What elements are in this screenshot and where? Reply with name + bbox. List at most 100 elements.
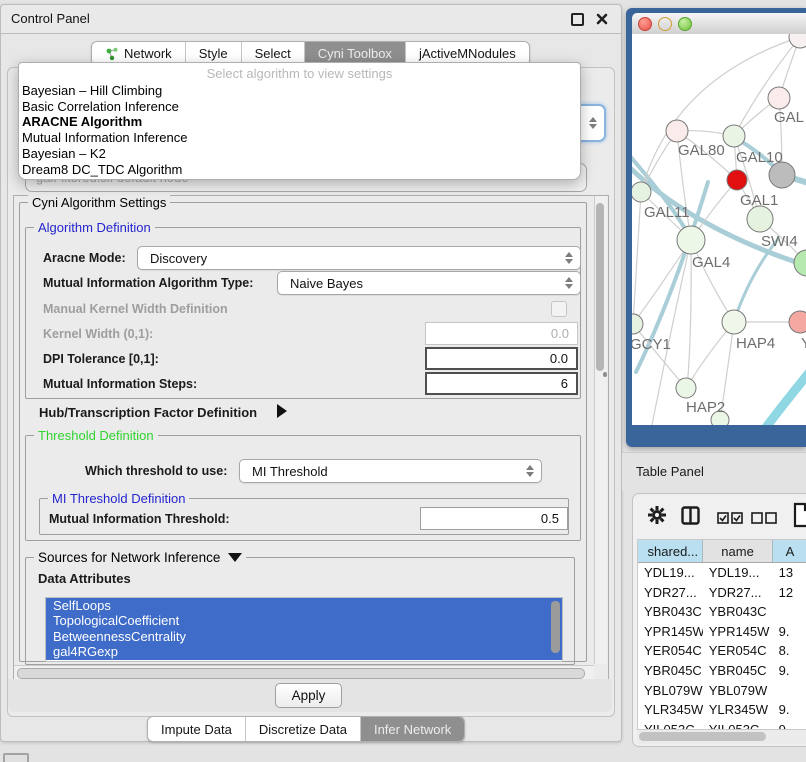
- table-cell: 12: [773, 583, 806, 603]
- network-canvas[interactable]: GALGAL80GAL10GAL11GAL1SWI4GAL4GCY1HAP4YH…: [632, 34, 806, 425]
- checked-boxes-icon: [717, 512, 743, 524]
- close-icon: [596, 13, 608, 25]
- table-row[interactable]: YDL19...YDL19...13: [638, 563, 806, 583]
- table-row[interactable]: YBR045CYBR045C9.: [638, 661, 806, 681]
- network-node[interactable]: [677, 226, 705, 254]
- column-header[interactable]: shared...: [638, 540, 703, 562]
- table-horizontal-scrollbar[interactable]: [637, 729, 806, 744]
- zoom-window-icon[interactable]: [678, 17, 692, 31]
- network-node[interactable]: [768, 87, 790, 109]
- close-window-icon[interactable]: [638, 17, 652, 31]
- table-row[interactable]: YDR27...YDR27...12: [638, 583, 806, 603]
- network-node[interactable]: [632, 314, 643, 334]
- network-graph: GALGAL80GAL10GAL11GAL1SWI4GAL4GCY1HAP4YH…: [632, 34, 806, 425]
- manual-kernel-label: Manual Kernel Width Definition: [43, 302, 228, 316]
- table-row[interactable]: YLR345WYLR345W9.: [638, 700, 806, 720]
- dropdown-item[interactable]: Bayesian – K2: [22, 146, 577, 162]
- split-panel-button[interactable]: [681, 506, 700, 530]
- hub-expand-arrow-icon[interactable]: [277, 404, 287, 423]
- stepper-arrows-icon: [565, 252, 573, 264]
- select-all-button[interactable]: [717, 511, 743, 529]
- mi-threshold-field[interactable]: 0.5: [420, 507, 568, 530]
- aracne-mode-label: Aracne Mode:: [43, 251, 126, 265]
- float-panel-icon[interactable]: [570, 12, 584, 26]
- network-node[interactable]: [747, 206, 773, 232]
- network-node[interactable]: [789, 311, 806, 333]
- list-item[interactable]: gal4RGexp: [46, 644, 562, 659]
- mi-type-value: Naive Bayes: [290, 276, 363, 291]
- network-edge[interactable]: [633, 192, 641, 324]
- table-settings-button[interactable]: [647, 505, 667, 530]
- tab-infer-network[interactable]: Infer Network: [361, 717, 464, 741]
- apply-button[interactable]: Apply: [275, 683, 342, 708]
- dropdown-item[interactable]: Mutual Information Inference: [22, 130, 577, 146]
- network-node[interactable]: [723, 125, 745, 147]
- dropdown-item[interactable]: Basic Correlation Inference: [22, 99, 577, 115]
- table-row[interactable]: YPR145WYPR145W9.: [638, 622, 806, 642]
- list-item[interactable]: TopologicalCoefficient: [46, 613, 562, 628]
- tab-discretize-data[interactable]: Discretize Data: [246, 717, 361, 741]
- table-cell: YDL19...: [638, 563, 703, 583]
- unchecked-boxes-icon: [751, 512, 777, 524]
- list-scrollbar-thumb[interactable]: [551, 601, 560, 653]
- network-node[interactable]: [794, 250, 806, 276]
- vertical-scrollbar-thumb[interactable]: [596, 203, 604, 371]
- network-edge[interactable]: [633, 324, 686, 388]
- tab-impute-data[interactable]: Impute Data: [148, 717, 246, 741]
- table-cell: [773, 602, 806, 622]
- node-label: GCY1: [632, 336, 671, 353]
- dropdown-item[interactable]: Dream8 DC_TDC Algorithm: [22, 162, 577, 178]
- dpi-tolerance-field[interactable]: 0.0: [425, 347, 578, 370]
- table-row[interactable]: YBR043CYBR043C: [638, 602, 806, 622]
- manual-kernel-checkbox[interactable]: [551, 301, 567, 317]
- table-cell: 13: [773, 563, 806, 583]
- column-header[interactable]: A: [773, 540, 806, 562]
- list-item[interactable]: SelfLoops: [46, 598, 562, 613]
- sources-title: Sources for Network Inference: [34, 550, 246, 565]
- node-label: SWI4: [761, 233, 798, 250]
- panel-title: Control Panel: [11, 11, 90, 26]
- table-cell: YER054C: [638, 641, 703, 661]
- dropdown-item[interactable]: ARACNE Algorithm: [22, 114, 577, 130]
- network-node[interactable]: [666, 120, 688, 142]
- network-node[interactable]: [722, 310, 746, 334]
- network-edge[interactable]: [764, 369, 806, 425]
- network-icon: [105, 47, 119, 61]
- node-label: GAL11: [644, 204, 690, 221]
- mi-type-label: Mutual Information Algorithm Type:: [43, 276, 253, 290]
- column-header[interactable]: name: [703, 540, 773, 562]
- network-node[interactable]: [676, 378, 696, 398]
- network-edge[interactable]: [687, 240, 691, 388]
- horizontal-scrollbar-thumb[interactable]: [17, 668, 585, 679]
- float-icon: [571, 13, 584, 26]
- table-cell: 9.: [773, 661, 806, 681]
- tab-label: Select: [255, 46, 291, 61]
- horizontal-scrollbar[interactable]: [14, 665, 594, 679]
- new-table-button[interactable]: [793, 502, 806, 533]
- network-node[interactable]: [632, 182, 651, 202]
- minimize-window-icon[interactable]: [658, 17, 672, 31]
- mi-steps-field[interactable]: 6: [425, 372, 578, 395]
- network-node[interactable]: [789, 34, 806, 48]
- network-window-titlebar[interactable]: [632, 13, 806, 35]
- panel-resize-grip[interactable]: [603, 372, 607, 377]
- kernel-width-label: Kernel Width (0,1):: [43, 327, 153, 341]
- data-attributes-list[interactable]: SelfLoopsTopologicalCoefficientBetweenne…: [45, 597, 563, 662]
- kernel-width-field[interactable]: 0.0: [425, 322, 578, 345]
- table-scrollbar-thumb[interactable]: [639, 732, 766, 741]
- table-row[interactable]: YER054CYER054C8.: [638, 641, 806, 661]
- dropdown-item[interactable]: Bayesian – Hill Climbing: [22, 83, 577, 99]
- network-node[interactable]: [727, 170, 747, 190]
- table-cell: YLR345W: [703, 700, 773, 720]
- sources-collapse-arrow-icon[interactable]: [228, 553, 242, 562]
- deselect-all-button[interactable]: [751, 511, 777, 529]
- node-table: shared...nameA YDL19...YDL19...13YDR27..…: [637, 539, 806, 730]
- table-row[interactable]: YBL079WYBL079W: [638, 681, 806, 701]
- close-panel-icon[interactable]: [595, 12, 609, 26]
- minimized-panel-icon[interactable]: [3, 753, 29, 762]
- aracne-mode-combobox[interactable]: Discovery: [137, 246, 581, 270]
- list-item[interactable]: BetweennessCentrality: [46, 629, 562, 644]
- which-threshold-combobox[interactable]: MI Threshold: [239, 459, 542, 483]
- mi-algorithm-type-combobox[interactable]: Naive Bayes: [277, 271, 581, 295]
- aracne-mode-value: Discovery: [150, 251, 207, 266]
